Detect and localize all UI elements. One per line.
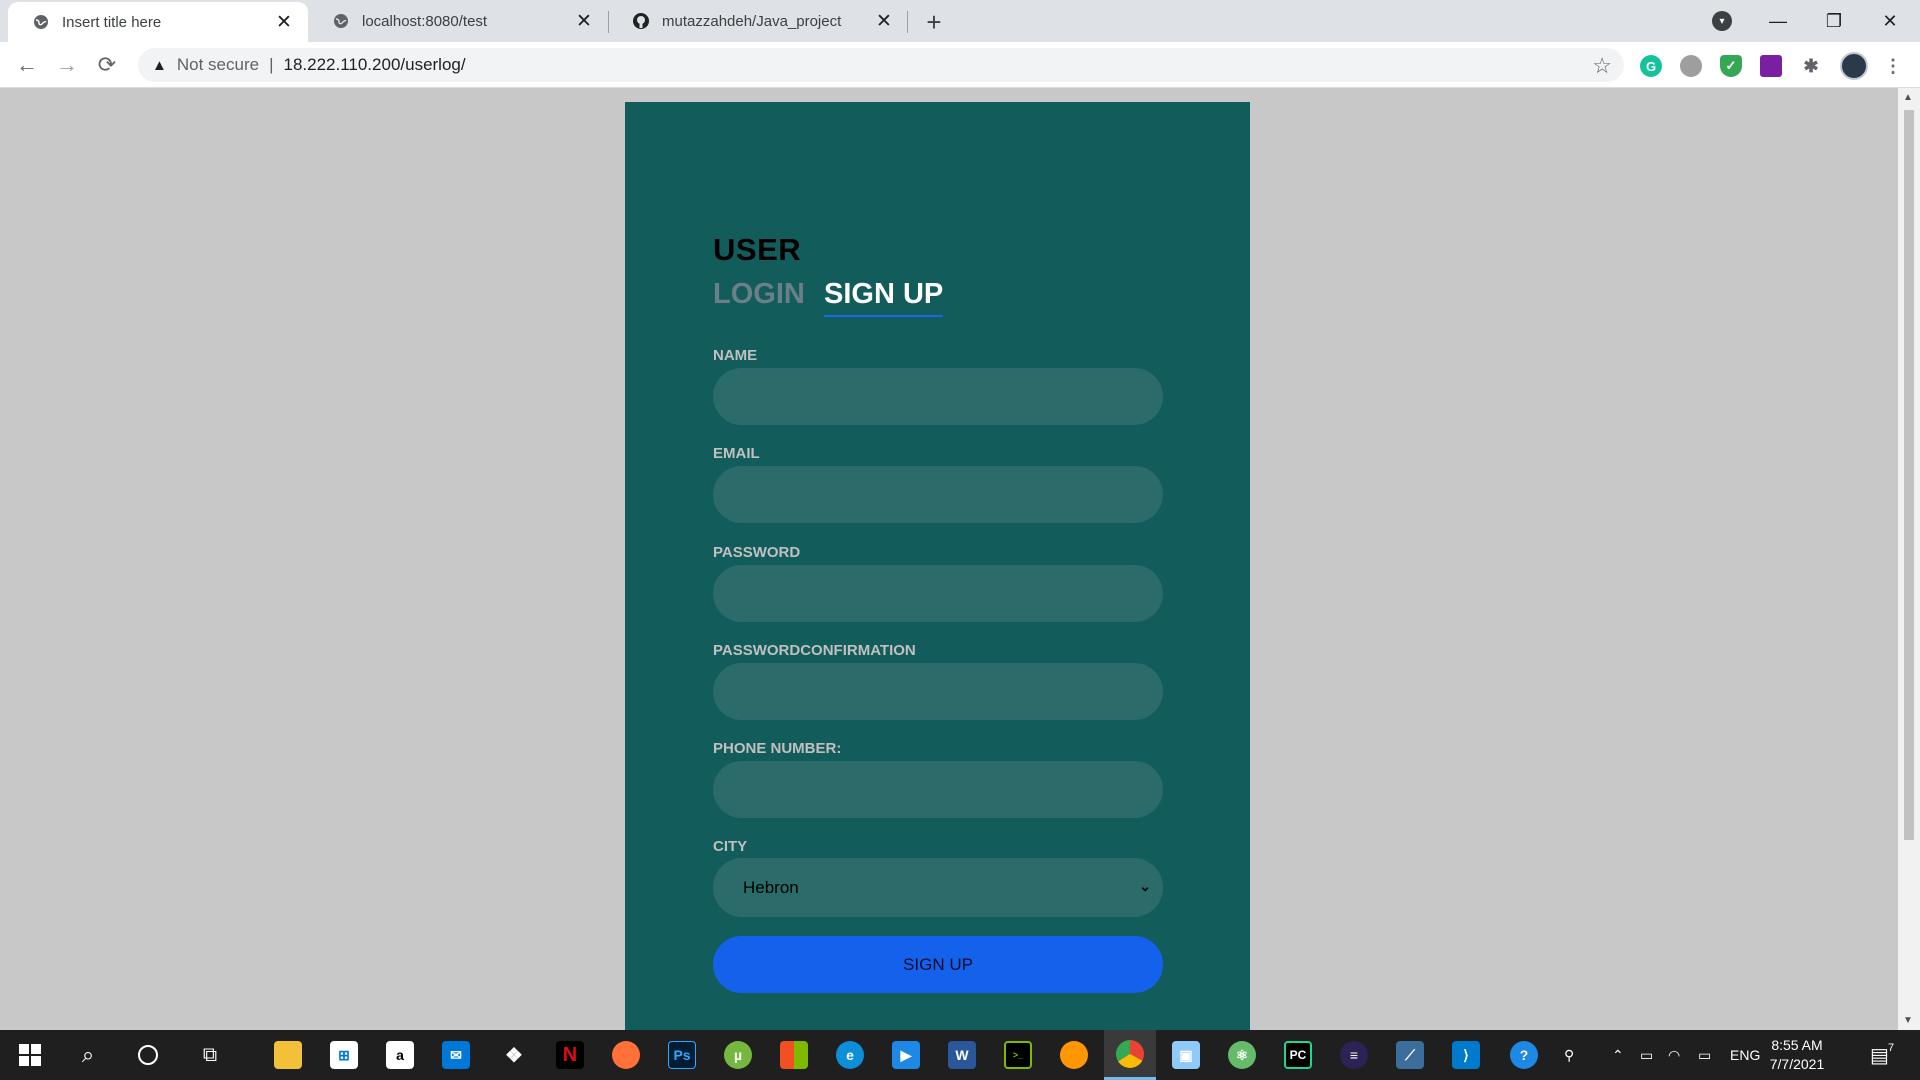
dropbox-icon[interactable]: ❖ xyxy=(488,1030,540,1080)
city-select[interactable]: Hebron ⌄ xyxy=(713,858,1163,917)
show-hidden-icons-icon[interactable]: ⌃ xyxy=(1612,1030,1624,1080)
clock-time: 8:55 AM xyxy=(1771,1037,1823,1053)
cloud-extension-icon[interactable] xyxy=(1680,55,1702,77)
file-explorer-icon[interactable] xyxy=(262,1030,314,1080)
shield-extension-icon[interactable]: ✓ xyxy=(1720,55,1742,77)
browser-toolbar: ← → ⟳ ▲ Not secure | 18.222.110.200/user… xyxy=(0,42,1920,88)
minimize-button[interactable]: — xyxy=(1750,0,1806,42)
profile-avatar[interactable] xyxy=(1840,52,1868,80)
tab-divider xyxy=(907,11,908,33)
password-input[interactable] xyxy=(713,565,1163,622)
photoshop-icon[interactable]: Ps xyxy=(656,1030,708,1080)
cortana-icon[interactable] xyxy=(122,1030,174,1080)
start-button[interactable] xyxy=(4,1030,56,1080)
amazon-icon[interactable]: a xyxy=(374,1030,426,1080)
phone-number-label: PHONE NUMBER: xyxy=(713,740,842,757)
grammarly-extension-icon[interactable]: G xyxy=(1640,55,1662,77)
page-scrollbar[interactable]: ▲ ▼ xyxy=(1898,88,1920,1030)
restore-button[interactable]: ❐ xyxy=(1806,0,1862,42)
tab-title: localhost:8080/test xyxy=(362,12,488,30)
phone-number-input[interactable] xyxy=(713,761,1163,818)
eclipse-icon[interactable]: ≡ xyxy=(1328,1030,1380,1080)
close-icon[interactable]: ✕ xyxy=(874,11,894,32)
firefox-icon[interactable] xyxy=(600,1030,652,1080)
password-confirmation-input[interactable] xyxy=(713,663,1163,720)
help-icon[interactable]: ? xyxy=(1498,1030,1550,1080)
media-extension-icon[interactable] xyxy=(1760,55,1782,77)
netflix-icon[interactable]: N xyxy=(544,1030,596,1080)
vscode-icon[interactable]: ⟩ xyxy=(1440,1030,1492,1080)
reload-icon[interactable]: ⟳ xyxy=(92,50,122,80)
security-label[interactable]: Not secure xyxy=(177,55,259,75)
signup-submit-button[interactable]: SIGN UP xyxy=(713,936,1163,993)
password-label: PASSWORD xyxy=(713,544,801,561)
close-icon[interactable]: ✕ xyxy=(274,12,294,33)
form-heading: USER xyxy=(713,232,802,267)
video-player-icon[interactable]: ▶ xyxy=(880,1030,932,1080)
store-icon[interactable]: ⊞ xyxy=(318,1030,370,1080)
scroll-up-arrow-icon[interactable]: ▲ xyxy=(1903,92,1913,103)
signup-tab[interactable]: SIGN UP xyxy=(824,278,944,317)
name-label: NAME xyxy=(713,347,758,364)
pycharm-icon[interactable]: PC xyxy=(1272,1030,1324,1080)
signup-card: USER LOGIN SIGN UP NAME EMAIL PASSWORD P… xyxy=(625,102,1250,1030)
word-icon[interactable]: W xyxy=(936,1030,988,1080)
mysql-workbench-icon[interactable]: ⟋ xyxy=(1384,1030,1436,1080)
login-tab[interactable]: LOGIN xyxy=(713,278,805,311)
battery-icon[interactable]: ▭ xyxy=(1698,1030,1711,1080)
city-selected-value: Hebron xyxy=(743,877,799,897)
browser-tab-active[interactable]: Insert title here ✕ xyxy=(8,2,308,42)
utorrent-icon[interactable]: µ xyxy=(712,1030,764,1080)
clock-date: 7/7/2021 xyxy=(1769,1056,1825,1072)
extensions-puzzle-icon[interactable]: ✱ xyxy=(1800,55,1822,77)
tab-strip: Insert title here ✕ localhost:8080/test … xyxy=(0,0,1920,42)
new-tab-button[interactable]: + xyxy=(920,7,948,37)
edge-icon[interactable]: e xyxy=(824,1030,876,1080)
scrollbar-thumb[interactable] xyxy=(1904,110,1914,840)
chrome-icon[interactable] xyxy=(1104,1030,1156,1080)
notification-count-badge: 7 xyxy=(1888,1042,1895,1054)
people-icon[interactable]: ⚲ xyxy=(1564,1030,1574,1080)
globe-icon xyxy=(32,13,50,31)
address-divider: | xyxy=(269,55,274,74)
office-icon[interactable] xyxy=(768,1030,820,1080)
bookmark-star-icon[interactable]: ☆ xyxy=(1592,53,1612,79)
forward-icon[interactable]: → xyxy=(52,50,82,80)
city-label: CITY xyxy=(713,838,748,855)
wifi-icon[interactable]: ◠ xyxy=(1668,1030,1680,1080)
warning-icon[interactable]: ▲ xyxy=(152,57,167,74)
terminal-icon[interactable]: >_ xyxy=(992,1030,1044,1080)
system-clock[interactable]: 8:55 AM 7/7/2021 xyxy=(1752,1036,1842,1074)
meet-now-icon[interactable]: ▭ xyxy=(1640,1030,1653,1080)
page-viewport: USER LOGIN SIGN UP NAME EMAIL PASSWORD P… xyxy=(0,88,1898,1030)
tab-title: mutazzahdeh/Java_project xyxy=(662,12,842,30)
search-icon[interactable]: ⌕ xyxy=(62,1030,114,1080)
password-confirmation-label: PASSWORDCONFIRMATION xyxy=(713,642,916,659)
tab-search-icon[interactable]: ▾ xyxy=(1712,11,1732,31)
github-icon xyxy=(632,12,650,30)
email-input[interactable] xyxy=(713,466,1163,523)
scroll-down-arrow-icon[interactable]: ▼ xyxy=(1903,1015,1913,1026)
browser-tab[interactable]: localhost:8080/test ✕ xyxy=(308,0,608,42)
chevron-down-icon: ⌄ xyxy=(1139,878,1151,894)
action-center-icon[interactable]: ▤ xyxy=(1870,1030,1889,1080)
tab-title: Insert title here xyxy=(62,13,162,31)
name-input[interactable] xyxy=(713,368,1163,425)
close-window-button[interactable]: ✕ xyxy=(1862,0,1918,42)
browser-tab[interactable]: mutazzahdeh/Java_project ✕ xyxy=(608,0,908,42)
task-view-icon[interactable]: ⧉ xyxy=(184,1030,236,1080)
globe-icon xyxy=(332,12,350,30)
atom-icon[interactable]: ⚛ xyxy=(1216,1030,1268,1080)
windows-taskbar: ⌕ ⧉ ⊞ a ✉ ❖ N Ps µ e ▶ W >_ ▣ ⚛ PC ≡ ⟋ ⟩… xyxy=(0,1030,1920,1080)
sublime-icon[interactable] xyxy=(1048,1030,1100,1080)
back-icon[interactable]: ← xyxy=(12,50,42,80)
url-text[interactable]: 18.222.110.200/userlog/ xyxy=(283,55,465,75)
email-label: EMAIL xyxy=(713,445,760,462)
close-icon[interactable]: ✕ xyxy=(574,11,594,32)
menu-kebab-icon[interactable]: ⋮ xyxy=(1882,55,1904,77)
virtualbox-icon[interactable]: ▣ xyxy=(1160,1030,1212,1080)
address-bar[interactable]: ▲ Not secure | 18.222.110.200/userlog/ ☆ xyxy=(138,48,1624,82)
mail-icon[interactable]: ✉ xyxy=(430,1030,482,1080)
windows-logo-icon xyxy=(19,1044,41,1066)
